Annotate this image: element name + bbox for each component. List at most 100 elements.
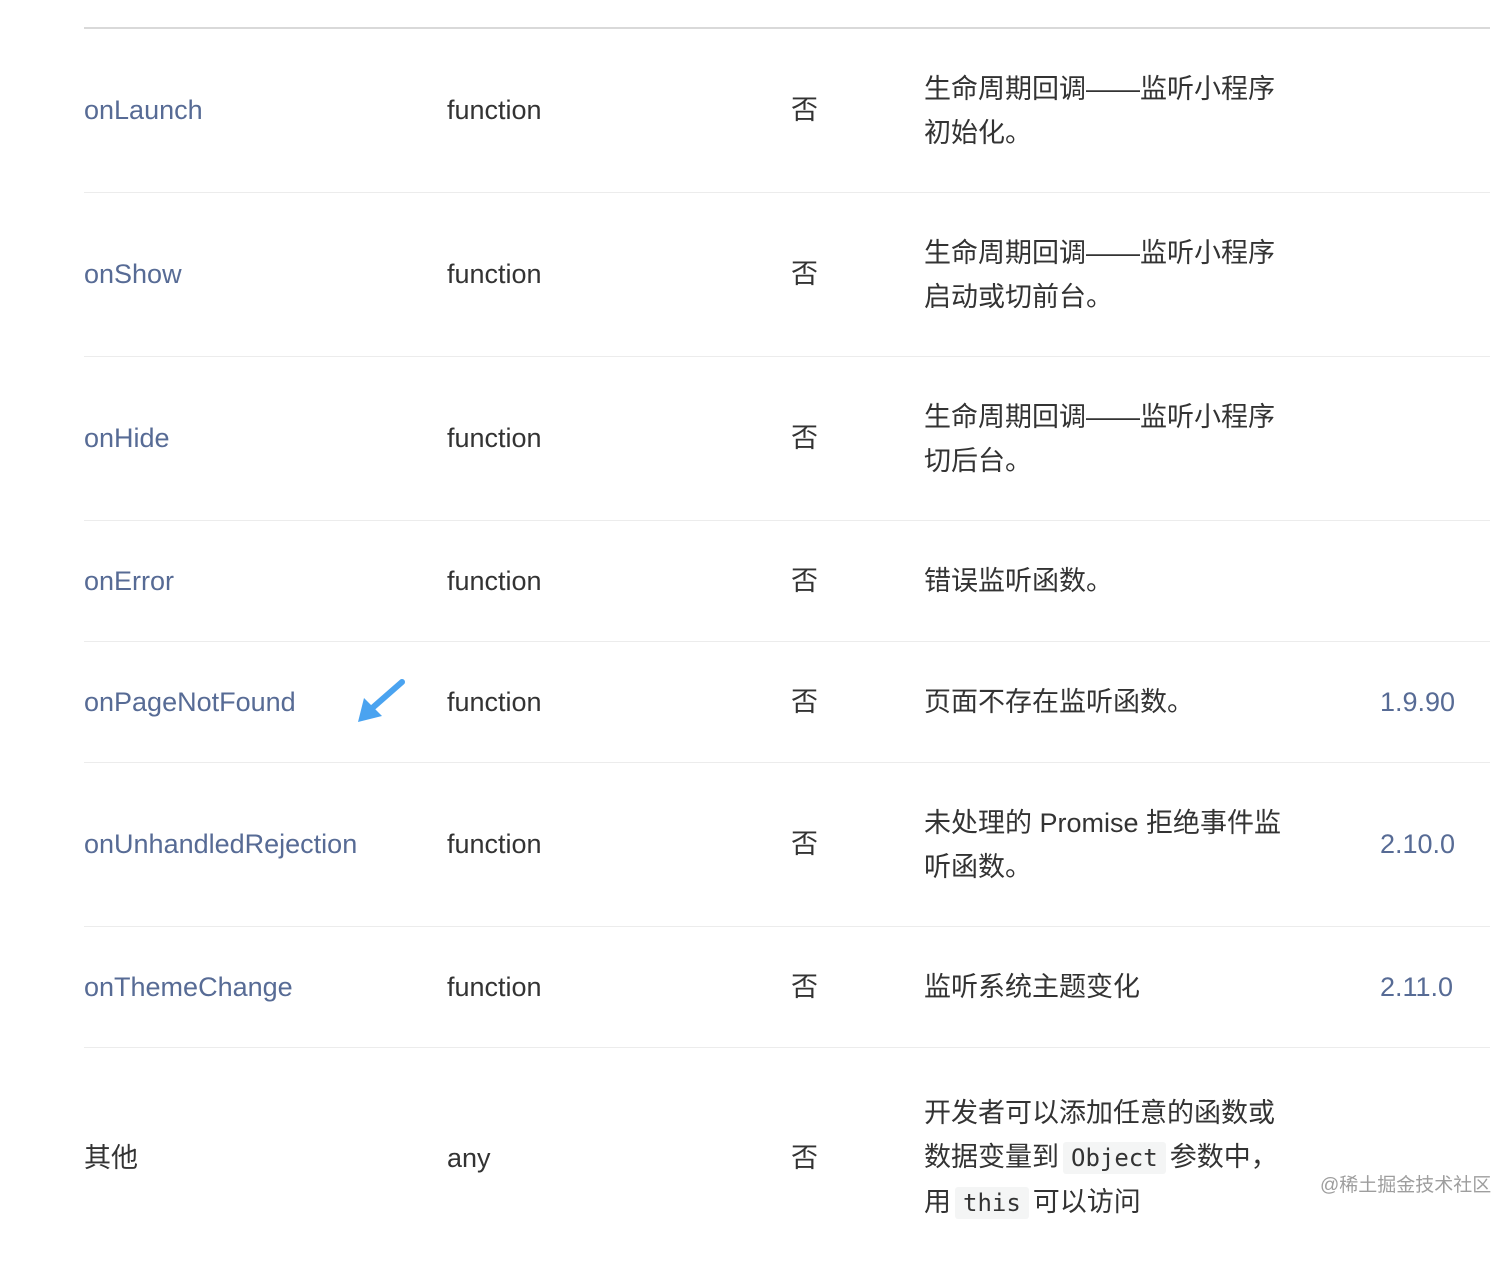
required-value: 否 <box>791 829 818 859</box>
table-row: onLaunch function 否 生命周期回调——监听小程序 初始化。 <box>84 29 1490 193</box>
type-value: function <box>447 686 542 717</box>
required-cell: 否 <box>791 29 891 192</box>
description-text: 生命周期回调——监听小程序 启动或切前台。 <box>924 231 1275 319</box>
min-version-value: 2.11.0 <box>1380 971 1454 1002</box>
description-line: 切后台。 <box>924 445 1032 476</box>
property-name-link[interactable]: onThemeChange <box>84 966 293 1009</box>
min-version-cell <box>1380 521 1490 641</box>
type-cell: function <box>447 521 747 641</box>
description-cell: 生命周期回调——监听小程序 初始化。 <box>924 29 1304 192</box>
type-cell: function <box>447 193 747 356</box>
type-value: any <box>447 1142 491 1173</box>
min-version-cell <box>1380 1048 1490 1268</box>
arrow-down-left-icon <box>358 679 405 722</box>
description-text: 生命周期回调——监听小程序 切后台。 <box>924 395 1275 483</box>
property-name-cell: onError <box>84 521 424 641</box>
description-fragment: 参数中， <box>1169 1142 1278 1172</box>
description-cell: 页面不存在监听函数。 <box>924 642 1304 762</box>
min-version-cell: 1.9.90 <box>1380 642 1490 762</box>
required-cell: 否 <box>791 521 891 641</box>
property-name-cell: 其他 <box>84 1048 424 1268</box>
description-text: 开发者可以添加任意的函数或 数据变量到 Object 参数中， 用 this 可以访问 <box>924 1091 1278 1225</box>
required-cell: 否 <box>791 357 891 520</box>
description-text: 监听系统主题变化 <box>924 965 1140 1009</box>
min-version-cell: 2.11.0 <box>1380 927 1490 1047</box>
description-text: 页面不存在监听函数。 <box>924 680 1194 724</box>
type-cell: function <box>447 357 747 520</box>
description-text: 生命周期回调——监听小程序 初始化。 <box>924 67 1275 155</box>
required-value: 否 <box>791 423 818 453</box>
description-line: 错误监听函数。 <box>924 566 1113 596</box>
type-cell: function <box>447 927 747 1047</box>
type-value: function <box>447 259 542 289</box>
type-cell: function <box>447 763 747 926</box>
description-cell: 生命周期回调——监听小程序 启动或切前台。 <box>924 193 1304 356</box>
description-fragment: 可以访问 <box>1032 1187 1141 1217</box>
required-cell: 否 <box>791 927 891 1047</box>
description-line: 听函数。 <box>924 851 1032 882</box>
type-value: function <box>447 423 542 453</box>
min-version-cell: 2.10.0 <box>1380 763 1490 926</box>
type-cell: any <box>447 1048 747 1268</box>
required-value: 否 <box>791 95 818 125</box>
description-line: 启动或切前台。 <box>924 281 1113 312</box>
description-line: 未处理的 Promise 拒绝事件监 <box>924 807 1282 838</box>
min-version-value: 1.9.90 <box>1380 686 1456 717</box>
required-value: 否 <box>791 1142 818 1173</box>
description-fragment: 数据变量到 <box>924 1142 1059 1172</box>
property-name: 其他 <box>84 1142 138 1173</box>
description-cell: 开发者可以添加任意的函数或 数据变量到 Object 参数中， 用 this 可以访问 <box>924 1048 1324 1268</box>
description-line: 初始化。 <box>924 117 1032 148</box>
description-line: 生命周期回调——监听小程序 <box>924 401 1275 432</box>
property-name-cell: onUnhandledRejection <box>84 763 424 926</box>
description-cell: 生命周期回调——监听小程序 切后台。 <box>924 357 1304 520</box>
required-cell: 否 <box>791 763 891 926</box>
property-name-link[interactable]: onShow <box>84 253 182 296</box>
type-cell: function <box>447 642 747 762</box>
table-row: onUnhandledRejection function 否 未处理的 Pro… <box>84 763 1490 927</box>
property-name-cell: onThemeChange <box>84 927 424 1047</box>
required-cell: 否 <box>791 193 891 356</box>
type-value: function <box>447 565 542 596</box>
type-value: function <box>447 829 542 859</box>
required-value: 否 <box>791 565 818 596</box>
description-cell: 监听系统主题变化 <box>924 927 1304 1047</box>
required-value: 否 <box>791 971 818 1002</box>
type-value: function <box>447 95 542 125</box>
property-name-link[interactable]: onPageNotFound <box>84 681 296 724</box>
description-line: 生命周期回调——监听小程序 <box>924 237 1275 268</box>
type-value: function <box>447 971 542 1002</box>
property-name-cell: onLaunch <box>84 29 424 192</box>
property-name-cell: onShow <box>84 193 424 356</box>
description-cell: 未处理的 Promise 拒绝事件监 听函数。 <box>924 763 1304 926</box>
min-version-cell <box>1380 193 1490 356</box>
description-fragment: 用 <box>924 1187 951 1217</box>
min-version-cell <box>1380 29 1490 192</box>
description-line: 监听系统主题变化 <box>924 972 1140 1002</box>
property-name-link[interactable]: onLaunch <box>84 89 203 132</box>
inline-code-this: this <box>955 1187 1029 1219</box>
description-text: 未处理的 Promise 拒绝事件监 听函数。 <box>924 801 1281 889</box>
table-row: onError function 否 错误监听函数。 <box>84 521 1490 642</box>
table-row: onHide function 否 生命周期回调——监听小程序 切后台。 <box>84 357 1490 521</box>
table-row: onShow function 否 生命周期回调——监听小程序 启动或切前台。 <box>84 193 1490 357</box>
required-cell: 否 <box>791 642 891 762</box>
min-version-cell <box>1380 357 1490 520</box>
property-name-link[interactable]: onUnhandledRejection <box>84 823 357 866</box>
min-version-value: 2.10.0 <box>1380 829 1456 859</box>
required-value: 否 <box>791 259 818 289</box>
required-cell: 否 <box>791 1048 891 1268</box>
description-cell: 错误监听函数。 <box>924 521 1304 641</box>
table-row: onThemeChange function 否 监听系统主题变化 2.11.0 <box>84 927 1490 1048</box>
description-line: 生命周期回调——监听小程序 <box>924 73 1275 104</box>
required-value: 否 <box>791 686 818 717</box>
table-row: onPageNotFound function 否 页面不存在监听函数。 1.9… <box>84 642 1490 763</box>
watermark: @稀土掘金技术社区 <box>1320 1175 1492 1196</box>
description-line: 页面不存在监听函数。 <box>924 687 1194 717</box>
property-name-link[interactable]: onError <box>84 560 174 603</box>
property-name-cell: onHide <box>84 357 424 520</box>
table-row: 其他 any 否 开发者可以添加任意的函数或 数据变量到 Object 参数中， 用… <box>84 1048 1490 1268</box>
description-line: 开发者可以添加任意的函数或 <box>924 1098 1275 1128</box>
description-text: 错误监听函数。 <box>924 559 1113 603</box>
property-name-link[interactable]: onHide <box>84 417 170 460</box>
